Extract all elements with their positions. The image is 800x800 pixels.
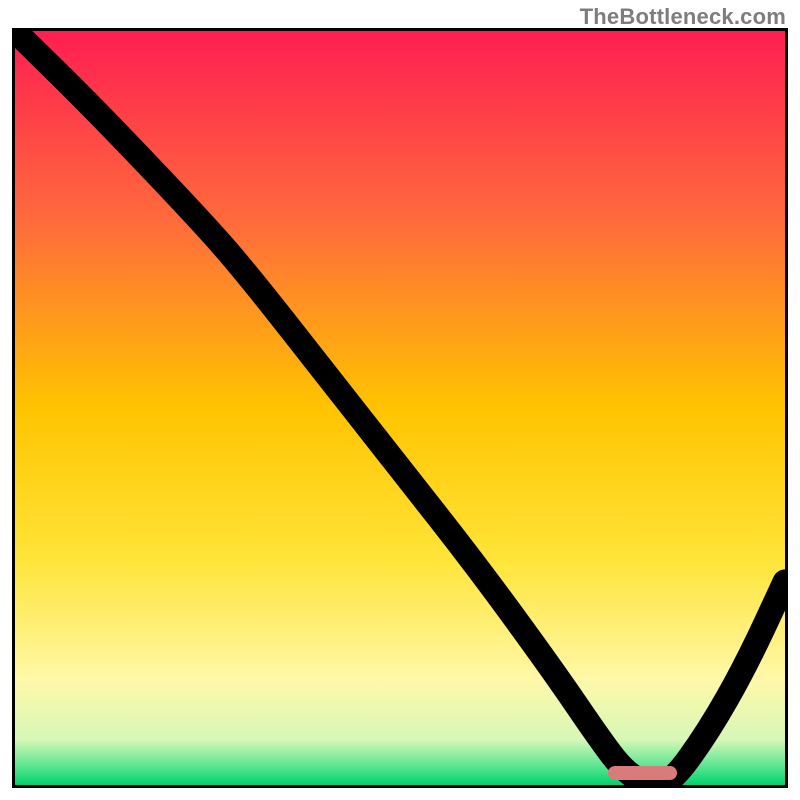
chart-frame <box>12 28 788 788</box>
bottleneck-curve-path <box>15 31 785 785</box>
bottleneck-curve <box>15 31 785 785</box>
optimal-range-marker <box>608 766 677 780</box>
watermark-text: TheBottleneck.com <box>580 4 786 30</box>
